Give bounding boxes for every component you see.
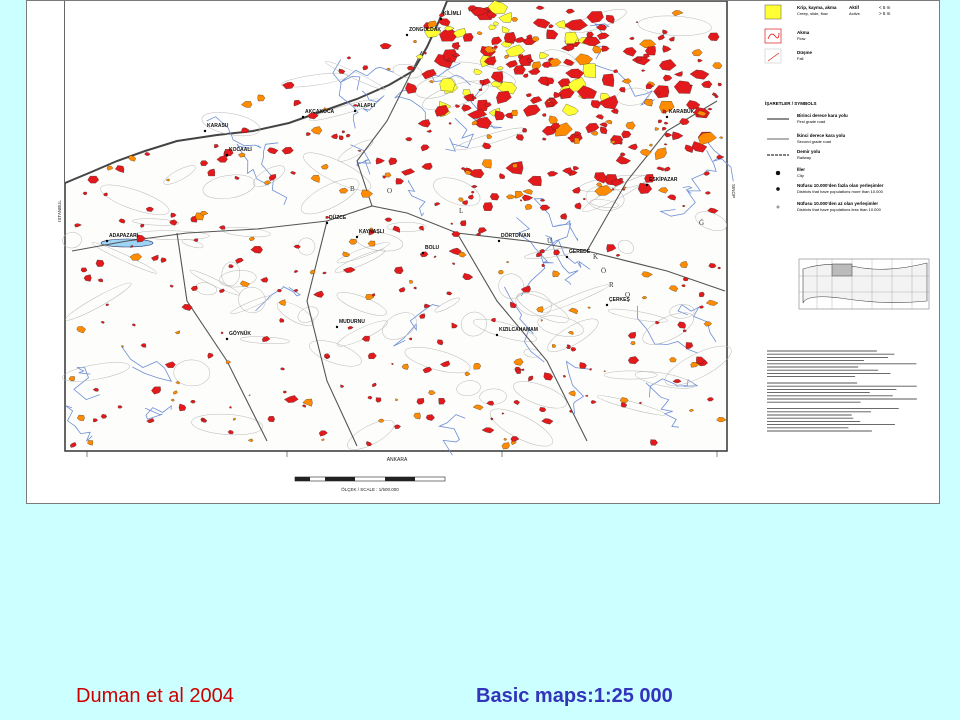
place-label: KİLİMLİ xyxy=(443,10,462,17)
map-canvas: ZONGULDAK KİLİMLİ KARABÜK KARASU AKÇAKOCA ALA… xyxy=(57,1,930,492)
legend-flow-en: Flow xyxy=(797,36,806,41)
symbol-label-en: City xyxy=(797,173,804,178)
legend-swatch-fall xyxy=(764,48,782,64)
symbol-label-tr: İkinci derece kara yolu xyxy=(797,132,846,138)
place-label: KIZILCAHAMAM xyxy=(499,327,538,333)
range-letter: K xyxy=(593,253,598,261)
symbol-label-tr: Nüfusu 10.000'den az olan yerleşimler xyxy=(797,201,878,206)
place-label: MUDURNU xyxy=(339,319,365,325)
lake xyxy=(100,238,154,248)
symbol-label-tr: Birinci derece kara yolu xyxy=(797,113,848,118)
caption-basic-maps: Basic maps:1:25 000 xyxy=(476,685,673,707)
range-letter: U xyxy=(547,237,552,245)
index-map-highlight xyxy=(831,263,853,277)
range-letter: Ğ xyxy=(699,219,704,227)
range-letter: R xyxy=(609,281,614,289)
symbol-label-en: Railway xyxy=(797,155,811,160)
symbol-label-tr: Demir yolu xyxy=(797,149,821,154)
legend-depth-shallow: > 5 m xyxy=(879,11,891,16)
place-label: DÖRTDİVAN xyxy=(501,232,531,239)
landslide-map: ZONGULDAK KİLİMLİ KARABÜK KARASU AKÇAKOCA ALA… xyxy=(26,0,940,504)
legend-creep-tr: Krip, kayma, akma xyxy=(797,5,837,10)
symbol-label-tr: İller xyxy=(797,166,805,172)
place-label: KOCAALİ xyxy=(229,146,252,153)
place-label: ZONGULDAK xyxy=(409,27,441,33)
place-label: KARABÜK xyxy=(669,108,695,115)
caption-author: Duman et al 2004 xyxy=(76,685,234,707)
range-letter: B xyxy=(350,185,355,193)
symbol-label-en: Districts that have populations more tha… xyxy=(797,189,884,194)
legend-status-tr: Aktif xyxy=(849,5,860,10)
place-label: AKÇAKOCA xyxy=(305,109,335,115)
symbol-label-tr: Nüfusu 10.000'den fazla olan yerleşimler xyxy=(797,183,884,188)
legend-fall-tr: Düşme xyxy=(797,50,813,55)
range-letter: O xyxy=(387,187,392,195)
right-border-label: SINOP xyxy=(731,184,736,198)
legend-depth-deep: < 5 m xyxy=(879,5,891,10)
bottom-border-label: ANKARA xyxy=(387,457,408,463)
place-label: GEREDE xyxy=(569,249,591,255)
place-label: KAYNAŞLI xyxy=(359,229,385,235)
scale-bar: ÖLÇEK / SCALE : 1/500.000 xyxy=(294,476,446,492)
range-letter: O xyxy=(625,291,630,299)
symbol-list: Birinci derece kara yoluFirst grade road… xyxy=(767,113,884,212)
scale-title: ÖLÇEK / SCALE : 1/500.000 xyxy=(341,486,399,492)
legend-flow-tr: Akma xyxy=(797,30,810,35)
left-border-label: ISTANBUL xyxy=(57,200,62,222)
credits-block xyxy=(767,350,917,432)
legend-swatch-creep xyxy=(764,4,782,20)
place-label: BOLU xyxy=(425,245,440,251)
place-label: DÜZCE xyxy=(329,214,347,221)
symbol-label-en: Districts that have populations less tha… xyxy=(797,207,882,212)
place-label: ALAPLI xyxy=(357,103,376,109)
range-letter: L xyxy=(459,207,463,215)
index-map xyxy=(798,258,930,310)
place-label: ESKİPAZAR xyxy=(649,176,678,183)
range-letter: Ö xyxy=(601,267,606,275)
symbol-label-en: Second grade road xyxy=(797,139,831,144)
legend-fall-en: Fall xyxy=(797,56,804,61)
place-label: ADAPAZARI xyxy=(109,233,139,239)
map-legend: Krip, kayma, akma Creep, slide, flow Akt… xyxy=(764,4,930,432)
place-label: GÖYNÜK xyxy=(229,330,251,337)
symbol-label-en: First grade road xyxy=(797,119,825,124)
legend-status-en: Active xyxy=(849,11,861,16)
legend-creep-en: Creep, slide, flow xyxy=(797,11,828,16)
place-label: KARASU xyxy=(207,123,229,129)
symbols-title: İŞARETLER / SYMBOLS xyxy=(765,100,817,106)
